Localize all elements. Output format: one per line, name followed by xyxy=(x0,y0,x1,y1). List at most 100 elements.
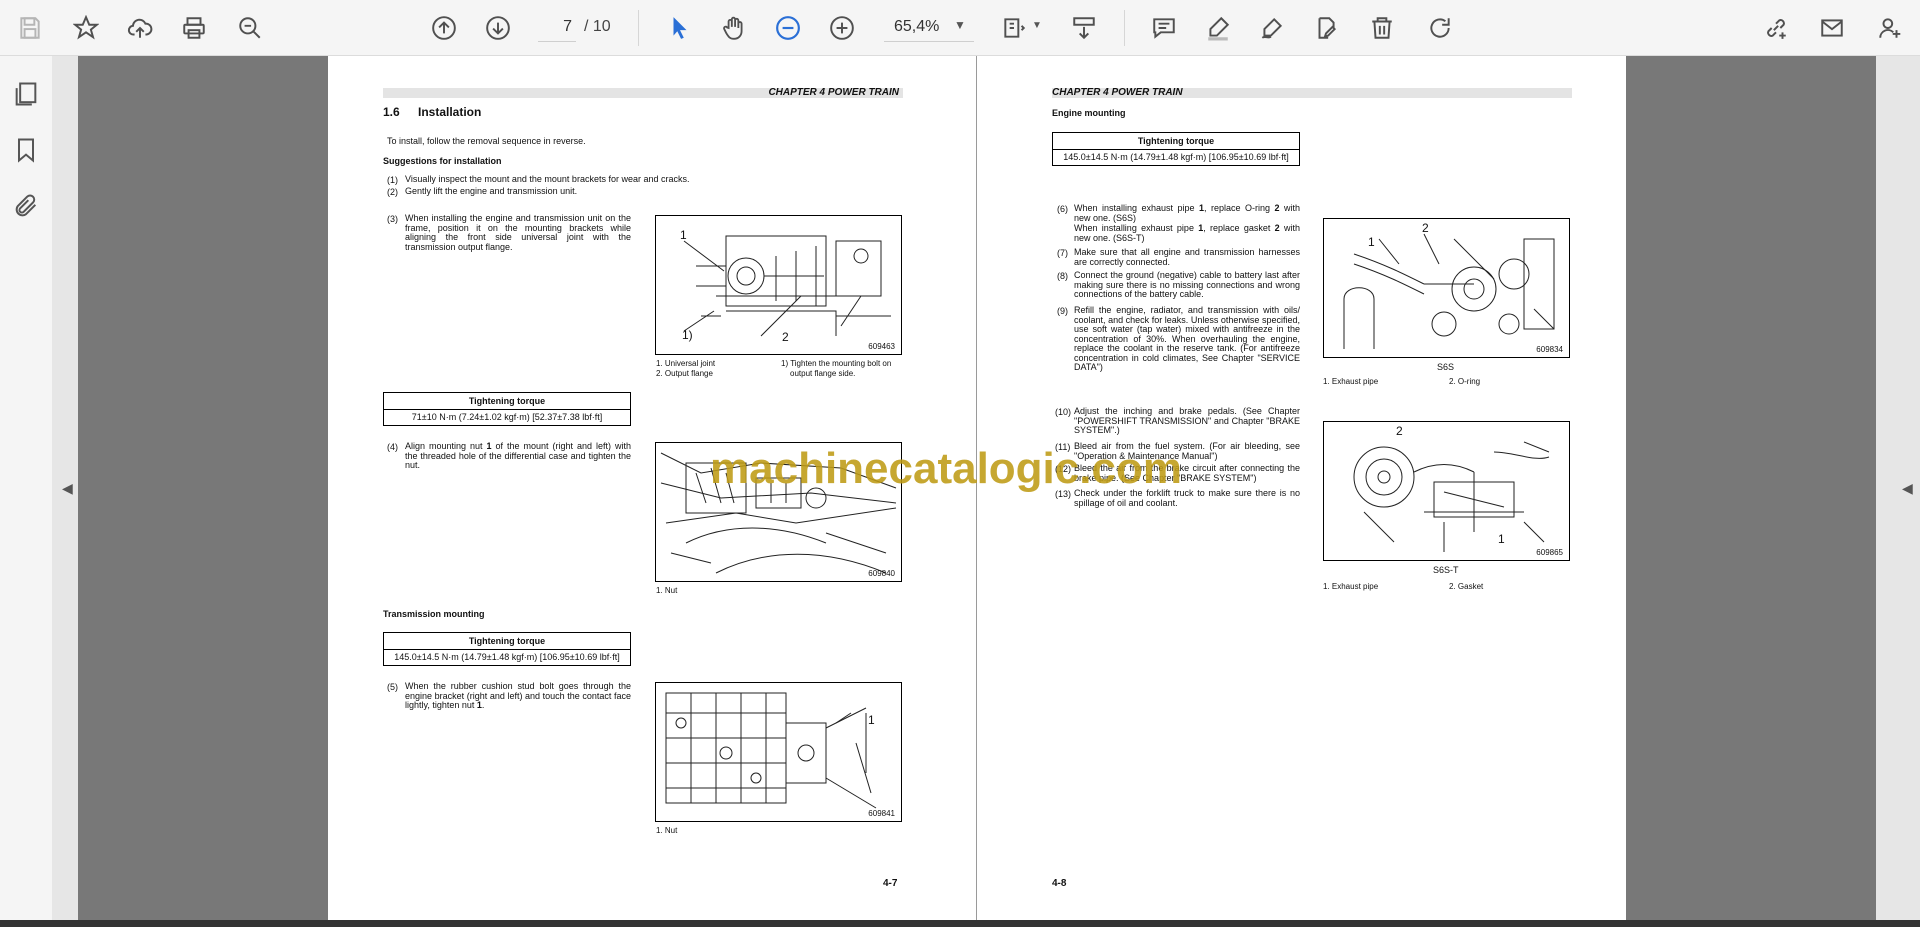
figure-caption: 1. Exhaust pipe xyxy=(1323,582,1379,591)
figure-callout: 1) xyxy=(682,328,693,342)
mail-icon[interactable] xyxy=(1816,12,1848,44)
draw-sign-icon[interactable] xyxy=(1256,12,1288,44)
chapter-title: CHAPTER 4 POWER TRAIN xyxy=(1052,87,1183,98)
engine-mounting-heading: Engine mounting xyxy=(1052,108,1126,118)
edit-pdf-icon[interactable] xyxy=(1310,12,1342,44)
figure-universal-joint: 1 2 1) 609463 xyxy=(655,215,902,355)
item-number: (8) xyxy=(1057,271,1068,281)
figure-id: 609841 xyxy=(868,809,895,818)
figure-s6s-t-engine: 2 1 609865 xyxy=(1323,421,1570,561)
figure-id: 609834 xyxy=(1536,345,1563,354)
select-cursor-icon[interactable] xyxy=(664,12,696,44)
fit-page-icon[interactable] xyxy=(998,12,1030,44)
add-user-icon[interactable] xyxy=(1874,12,1906,44)
fit-dropdown-icon[interactable]: ▼ xyxy=(1032,20,1042,31)
chapter-header: CHAPTER 4 POWER TRAIN xyxy=(1052,87,1572,98)
item-text: Adjust the inching and brake pedals. (Se… xyxy=(1074,406,1300,435)
page-number: 4-8 xyxy=(1052,878,1067,889)
item-text: When installing the engine and transmiss… xyxy=(405,213,631,252)
figure-title: S6S xyxy=(1437,362,1455,372)
figure-callout: 2 xyxy=(1422,221,1429,235)
collapse-left-icon[interactable]: ◀ xyxy=(62,480,73,497)
item-number: (4) xyxy=(387,442,398,452)
figure-id: 609840 xyxy=(868,569,895,578)
torque-heading: Tightening torque xyxy=(1053,133,1299,150)
item-number: (3) xyxy=(387,214,398,224)
section-number: 1.6 xyxy=(383,105,400,119)
item-text: Connect the ground (negative) cable to b… xyxy=(1074,270,1300,299)
upload-icon[interactable] xyxy=(124,12,156,44)
bottom-bar xyxy=(0,920,1920,927)
zoom-search-icon[interactable] xyxy=(234,12,266,44)
page-number: 4-7 xyxy=(883,878,898,889)
item-number: (6) xyxy=(1057,204,1068,214)
figure-caption: output flange side. xyxy=(790,369,856,378)
suggestions-heading: Suggestions for installation xyxy=(383,156,502,166)
right-margin-strip xyxy=(1876,56,1920,920)
page-thumbnails-icon[interactable] xyxy=(12,80,40,108)
page-down-icon[interactable] xyxy=(482,12,514,44)
chapter-header: CHAPTER 4 POWER TRAIN xyxy=(383,87,903,98)
torque-table: Tightening torque 145.0±14.5 N·m (14.79±… xyxy=(1052,132,1300,166)
left-rail xyxy=(0,56,53,920)
figure-id: 609865 xyxy=(1536,548,1563,557)
collapse-right-icon[interactable]: ◀ xyxy=(1902,480,1913,497)
share-link-icon[interactable] xyxy=(1760,12,1792,44)
figure-callout: 1 xyxy=(868,713,875,727)
torque-table: Tightening torque 71±10 N·m (7.24±1.02 k… xyxy=(383,392,631,426)
highlight-pen-icon[interactable] xyxy=(1202,12,1234,44)
figure-caption: 2. Output flange xyxy=(656,369,713,378)
watermark: machinecatalogic.com xyxy=(710,444,1182,493)
item-text: When installing exhaust pipe 1, replace … xyxy=(1074,223,1300,243)
item-text: Visually inspect the mount and the mount… xyxy=(405,174,690,184)
toolbar-separator xyxy=(638,10,639,46)
item-number: (10) xyxy=(1055,407,1072,417)
print-icon[interactable] xyxy=(178,12,210,44)
intro-text: To install, follow the removal sequence … xyxy=(387,136,586,146)
toolbar: / 10 65,4% ▼ ▼ xyxy=(0,0,1920,56)
item-text: Make sure that all engine and transmissi… xyxy=(1074,247,1300,267)
figure-caption: 1. Nut xyxy=(656,586,678,595)
figure-callout: 1 xyxy=(1498,532,1505,546)
viewer-background xyxy=(78,56,328,920)
item-number: (1) xyxy=(387,175,398,185)
rotate-icon[interactable] xyxy=(1424,12,1456,44)
bookmarks-icon[interactable] xyxy=(12,136,40,164)
chapter-title: CHAPTER 4 POWER TRAIN xyxy=(768,87,899,98)
attachments-icon[interactable] xyxy=(12,192,40,220)
figure-callout: 1 xyxy=(680,228,687,242)
section-title: Installation xyxy=(418,105,482,119)
zoom-out-icon[interactable] xyxy=(772,12,804,44)
item-number: (5) xyxy=(387,682,398,692)
hand-tool-icon[interactable] xyxy=(718,12,750,44)
figure-callout: 2 xyxy=(782,330,789,344)
torque-value: 71±10 N·m (7.24±1.02 kgf·m) [52.37±7.38 … xyxy=(411,412,603,422)
scroll-mode-icon[interactable] xyxy=(1068,12,1100,44)
torque-heading: Tightening torque xyxy=(384,393,630,410)
delete-icon[interactable] xyxy=(1366,12,1398,44)
item-text: When the rubber cushion stud bolt goes t… xyxy=(405,681,631,710)
save-icon[interactable] xyxy=(14,12,46,44)
figure-title: S6S-T xyxy=(1433,565,1459,575)
toolbar-separator xyxy=(1124,10,1125,46)
zoom-in-icon[interactable] xyxy=(826,12,858,44)
item-number: (9) xyxy=(1057,306,1068,316)
item-text: Refill the engine, radiator, and transmi… xyxy=(1074,305,1300,372)
bookmark-star-icon[interactable] xyxy=(70,12,102,44)
transmission-mounting-heading: Transmission mounting xyxy=(383,609,485,619)
item-number: (2) xyxy=(387,187,398,197)
torque-table: Tightening torque 145.0±14.5 N·m (14.79±… xyxy=(383,632,631,666)
page-number-input[interactable] xyxy=(538,12,576,42)
figure-caption: 1. Nut xyxy=(656,826,678,835)
item-text: Align mounting nut 1 of the mount (right… xyxy=(405,441,631,470)
figure-callout: 1 xyxy=(1368,235,1375,249)
torque-heading: Tightening torque xyxy=(384,633,630,650)
zoom-dropdown-icon[interactable]: ▼ xyxy=(954,18,966,32)
page-up-icon[interactable] xyxy=(428,12,460,44)
viewer-background xyxy=(1626,56,1876,920)
figure-caption: 1. Exhaust pipe xyxy=(1323,377,1379,386)
comment-icon[interactable] xyxy=(1148,12,1180,44)
item-text: When installing exhaust pipe 1, replace … xyxy=(1074,203,1300,223)
figure-id: 609463 xyxy=(868,342,895,351)
figure-caption: 1. Universal joint xyxy=(656,359,716,368)
